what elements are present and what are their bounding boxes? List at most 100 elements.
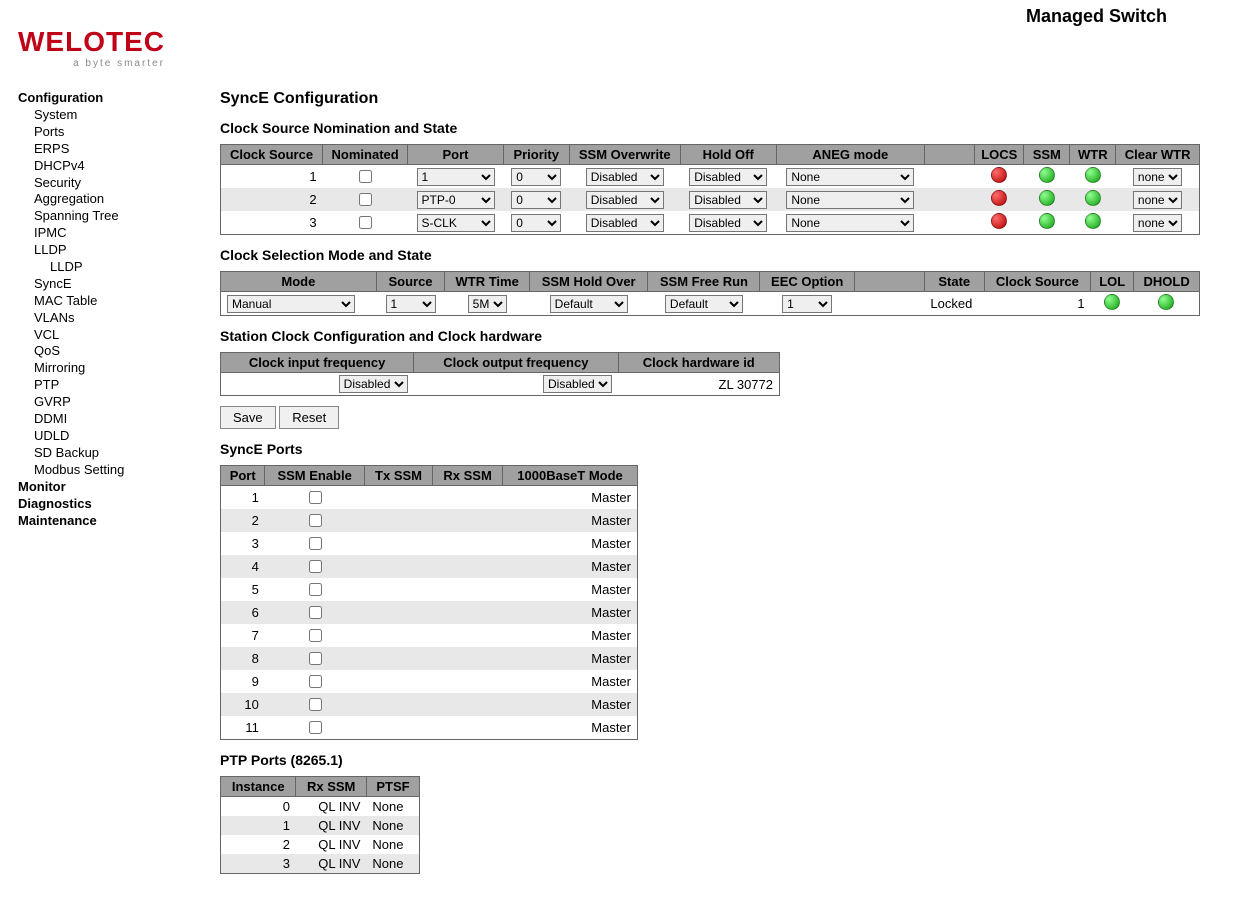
- hold-off-select[interactable]: Disabled: [689, 191, 767, 209]
- ssm-hold-over-select[interactable]: Default: [550, 295, 628, 313]
- column-header: SSM Hold Over: [529, 272, 647, 292]
- sidebar-nav: Configuration SystemPortsERPSDHCPv4Securi…: [0, 70, 190, 918]
- nav-item-diagnostics[interactable]: Diagnostics: [18, 496, 190, 511]
- nomination-row: 2PTP-00DisabledDisabledNonenone: [221, 188, 1200, 211]
- nav-item-lldp[interactable]: LLDP: [18, 259, 190, 276]
- priority-select[interactable]: 0: [511, 191, 561, 209]
- mode-select[interactable]: Manual: [227, 295, 355, 313]
- column-header: [854, 272, 924, 292]
- column-header: DHOLD: [1134, 272, 1200, 292]
- clear-wtr-select[interactable]: none: [1133, 168, 1182, 186]
- ports-row: 4Master: [221, 555, 638, 578]
- column-header: Tx SSM: [364, 466, 432, 486]
- aneg-mode-select[interactable]: None: [786, 168, 914, 186]
- nav-item-lldp[interactable]: LLDP: [18, 242, 190, 259]
- clear-wtr-select[interactable]: none: [1133, 214, 1182, 232]
- nomination-row: 3S-CLK0DisabledDisabledNonenone: [221, 211, 1200, 235]
- nominated-checkbox[interactable]: [359, 170, 372, 183]
- column-header: SSM Free Run: [648, 272, 760, 292]
- clear-wtr-select[interactable]: none: [1133, 191, 1182, 209]
- content-area: SyncE Configuration Clock Source Nominat…: [190, 70, 1257, 918]
- nav-item-ddmi[interactable]: DDMI: [18, 411, 190, 428]
- priority-select[interactable]: 0: [511, 168, 561, 186]
- nav-item-qos[interactable]: QoS: [18, 343, 190, 360]
- nav-item-gvrp[interactable]: GVRP: [18, 394, 190, 411]
- save-button[interactable]: Save: [220, 406, 276, 429]
- nominated-checkbox[interactable]: [359, 216, 372, 229]
- column-header: [925, 145, 975, 165]
- aneg-mode-select[interactable]: None: [786, 191, 914, 209]
- nav-item-mac-table[interactable]: MAC Table: [18, 293, 190, 310]
- ssm-overwrite-select[interactable]: Disabled: [586, 191, 664, 209]
- product-title: Managed Switch: [1026, 6, 1167, 27]
- nav-item-modbus-setting[interactable]: Modbus Setting: [18, 462, 190, 479]
- ssm-enable-checkbox[interactable]: [309, 652, 322, 665]
- reset-button[interactable]: Reset: [279, 406, 339, 429]
- nav-item-spanning-tree[interactable]: Spanning Tree: [18, 208, 190, 225]
- column-header: Mode: [221, 272, 377, 292]
- port-select[interactable]: PTP-0: [417, 191, 495, 209]
- clock-input-freq-select[interactable]: Disabled: [339, 375, 408, 393]
- nav-item-vlans[interactable]: VLANs: [18, 310, 190, 327]
- ssm-enable-checkbox[interactable]: [309, 606, 322, 619]
- ssm-enable-checkbox[interactable]: [309, 721, 322, 734]
- nominated-checkbox[interactable]: [359, 193, 372, 206]
- column-header: Source: [376, 272, 445, 292]
- ports-row: 9Master: [221, 670, 638, 693]
- nav-item-erps[interactable]: ERPS: [18, 141, 190, 158]
- nav-item-mirroring[interactable]: Mirroring: [18, 360, 190, 377]
- locs-status-icon: [991, 167, 1007, 183]
- column-header: State: [924, 272, 984, 292]
- nav-item-security[interactable]: Security: [18, 175, 190, 192]
- wtr-time-select[interactable]: 5M: [468, 295, 507, 313]
- source-select[interactable]: 1: [386, 295, 436, 313]
- ssm-status-icon: [1039, 190, 1055, 206]
- nav-item-ipmc[interactable]: IPMC: [18, 225, 190, 242]
- ssm-enable-checkbox[interactable]: [309, 675, 322, 688]
- nav-item-ptp[interactable]: PTP: [18, 377, 190, 394]
- nav-item-aggregation[interactable]: Aggregation: [18, 191, 190, 208]
- ssm-enable-checkbox[interactable]: [309, 583, 322, 596]
- ssm-overwrite-select[interactable]: Disabled: [586, 214, 664, 232]
- nav-item-ports[interactable]: Ports: [18, 124, 190, 141]
- hold-off-select[interactable]: Disabled: [689, 168, 767, 186]
- nav-item-dhcpv4[interactable]: DHCPv4: [18, 158, 190, 175]
- priority-select[interactable]: 0: [511, 214, 561, 232]
- nav-item-maintenance[interactable]: Maintenance: [18, 513, 190, 528]
- nav-item-synce[interactable]: SyncE: [18, 276, 190, 293]
- hold-off-select[interactable]: Disabled: [689, 214, 767, 232]
- ssm-enable-checkbox[interactable]: [309, 560, 322, 573]
- nav-item-configuration[interactable]: Configuration: [18, 90, 190, 105]
- port-select[interactable]: 1: [417, 168, 495, 186]
- nav-item-monitor[interactable]: Monitor: [18, 479, 190, 494]
- ssm-enable-checkbox[interactable]: [309, 491, 322, 504]
- column-header: SSM Enable: [265, 466, 365, 486]
- port-select[interactable]: S-CLK: [417, 214, 495, 232]
- nomination-row: 110DisabledDisabledNonenone: [221, 165, 1200, 189]
- column-header: Clock Source: [984, 272, 1090, 292]
- ssm-enable-checkbox[interactable]: [309, 537, 322, 550]
- ssm-overwrite-select[interactable]: Disabled: [586, 168, 664, 186]
- ports-row: 5Master: [221, 578, 638, 601]
- column-header: Instance: [221, 777, 296, 797]
- ptp-table: InstanceRx SSMPTSF 0QL INVNone1QL INVNon…: [220, 776, 420, 874]
- clock-output-freq-select[interactable]: Disabled: [543, 375, 612, 393]
- column-header: Hold Off: [680, 145, 776, 165]
- wtr-status-icon: [1085, 213, 1101, 229]
- column-header: Nominated: [323, 145, 408, 165]
- ssm-free-run-select[interactable]: Default: [665, 295, 743, 313]
- column-header: Clear WTR: [1116, 145, 1200, 165]
- column-header: ANEG mode: [776, 145, 925, 165]
- aneg-mode-select[interactable]: None: [786, 214, 914, 232]
- ssm-enable-checkbox[interactable]: [309, 629, 322, 642]
- nav-item-udld[interactable]: UDLD: [18, 428, 190, 445]
- ssm-enable-checkbox[interactable]: [309, 698, 322, 711]
- nav-item-vcl[interactable]: VCL: [18, 327, 190, 344]
- column-header: Rx SSM: [433, 466, 503, 486]
- nomination-table: Clock SourceNominatedPortPrioritySSM Ove…: [220, 144, 1200, 235]
- nav-item-system[interactable]: System: [18, 107, 190, 124]
- ptp-row: 2QL INVNone: [221, 835, 420, 854]
- ssm-enable-checkbox[interactable]: [309, 514, 322, 527]
- eec-option-select[interactable]: 1: [782, 295, 832, 313]
- nav-item-sd-backup[interactable]: SD Backup: [18, 445, 190, 462]
